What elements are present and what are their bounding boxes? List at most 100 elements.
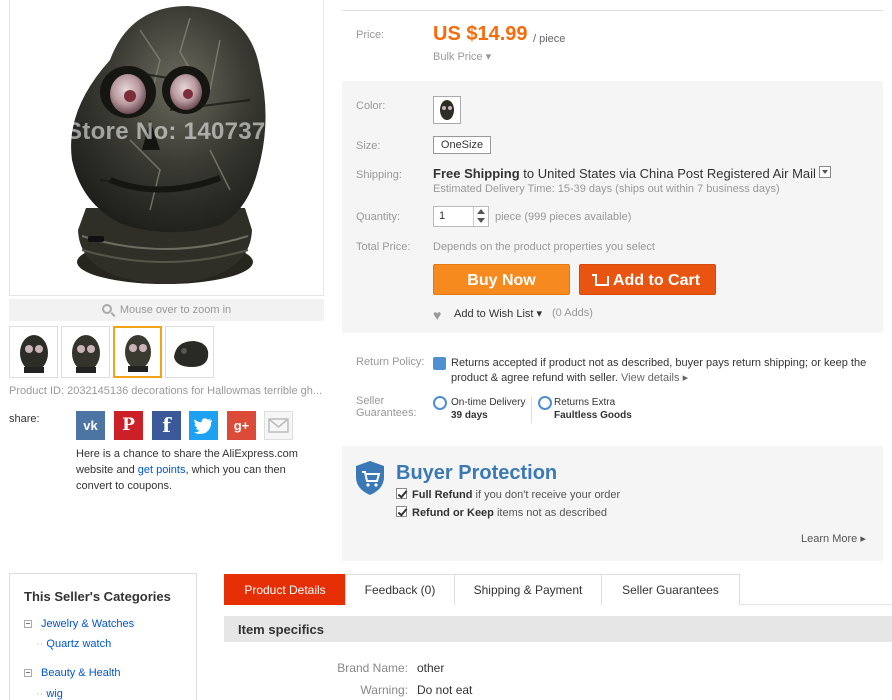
price-value: US $14.99 xyxy=(433,23,528,45)
refund-or-keep-desc: items not as described xyxy=(493,507,608,519)
twitter-share-icon[interactable] xyxy=(189,411,218,440)
guarantee-label-line-1: Seller xyxy=(356,395,385,407)
wishlist-count: (0 Adds) xyxy=(552,307,593,319)
pinterest-share-icon[interactable]: P xyxy=(114,411,143,440)
quantity-available: piece (999 pieces available) xyxy=(495,211,632,223)
total-price-label: Total Price: xyxy=(356,241,411,253)
learn-more-link[interactable]: Learn More ▸ xyxy=(801,532,866,545)
category-beauty-health[interactable]: Beauty & Health xyxy=(41,667,121,679)
collapse-icon[interactable] xyxy=(24,620,32,628)
facebook-share-icon[interactable]: f xyxy=(152,411,181,440)
wishlist-label: Add to Wish List xyxy=(454,308,534,320)
returns-check-icon xyxy=(538,396,552,410)
zoom-hint-text: Mouse over to zoom in xyxy=(119,304,232,316)
add-to-cart-button[interactable]: Add to Cart xyxy=(579,264,716,295)
item-specifics-title: Item specifics xyxy=(238,622,324,637)
chevron-right-icon: ▸ xyxy=(682,372,689,384)
spec-key-warning: Warning: xyxy=(360,683,408,697)
tab-feedback[interactable]: Feedback (0) xyxy=(345,574,455,605)
skull-thumb-image xyxy=(174,341,209,367)
chevron-down-icon: ▾ xyxy=(485,51,492,63)
skull-thumb-image xyxy=(125,335,151,372)
shipping-method[interactable]: Free Shipping to United States via China… xyxy=(433,166,831,181)
thumbnail-4[interactable] xyxy=(165,326,214,378)
quantity-stepper[interactable] xyxy=(473,207,487,226)
bulk-price-label: Bulk Price xyxy=(433,51,483,63)
shield-cart-icon xyxy=(354,460,386,499)
skull-mask-image xyxy=(71,6,266,284)
view-details-label: View details xyxy=(621,372,680,384)
tab-product-details[interactable]: Product Details xyxy=(224,574,346,605)
seller-categories-title: This Seller's Categories xyxy=(24,589,171,604)
size-option-onesize[interactable]: OneSize xyxy=(433,136,491,154)
twitter-bird-glyph xyxy=(194,418,213,434)
shipping-label: Shipping: xyxy=(356,169,402,181)
spec-value-brand-name: other xyxy=(417,661,445,675)
product-main-image[interactable]: Store No: 1407378 xyxy=(9,0,324,296)
email-share-icon[interactable] xyxy=(264,411,293,440)
refund-or-keep-title: Refund or Keep xyxy=(412,507,494,519)
store-watermark: Store No: 1407378 xyxy=(66,118,280,145)
google-plus-share-icon[interactable]: g+ xyxy=(227,411,256,440)
share-points-note: Here is a chance to share the AliExpress… xyxy=(76,446,316,494)
shipping-to-text: to xyxy=(519,166,538,181)
total-price-note: Depends on the product properties you se… xyxy=(433,241,655,253)
subcategory-wig[interactable]: wig xyxy=(36,688,63,700)
divider xyxy=(531,397,532,423)
collapse-icon[interactable] xyxy=(24,669,32,677)
share-label: share: xyxy=(9,413,40,425)
thumbnail-3-selected[interactable] xyxy=(113,326,162,378)
price-label: Price: xyxy=(356,29,385,41)
returns-title: Returns Extra xyxy=(554,397,616,408)
category-jewelry-watches[interactable]: Jewelry & Watches xyxy=(41,618,134,630)
color-swatch-option[interactable] xyxy=(433,96,461,124)
bulk-price-dropdown[interactable]: Bulk Price ▾ xyxy=(433,50,491,63)
view-details-link[interactable]: View details ▸ xyxy=(621,372,688,384)
stepper-down-icon[interactable] xyxy=(474,216,487,225)
shipping-destination: United States via China Post Registered … xyxy=(537,166,816,181)
spec-value-warning: Do not eat xyxy=(417,683,473,697)
price-unit: / piece xyxy=(533,33,566,45)
cart-icon xyxy=(591,274,609,286)
subcategory-quartz-watch[interactable]: Quartz watch xyxy=(36,638,111,650)
full-refund-item: Full Refund if you don't receive your or… xyxy=(396,488,620,501)
on-time-delivery-guarantee[interactable]: On-time Delivery 39 days xyxy=(451,396,525,422)
size-label: Size: xyxy=(356,140,381,152)
on-time-days: 39 days xyxy=(451,410,488,421)
divider xyxy=(342,10,883,11)
refund-or-keep-item: Refund or Keep items not as described xyxy=(396,506,607,519)
tab-shipping-payment[interactable]: Shipping & Payment xyxy=(454,574,602,605)
buyer-protection-title: Buyer Protection xyxy=(396,462,558,484)
product-id: Product ID: 2032145136 decorations for H… xyxy=(9,385,323,397)
skull-swatch-image xyxy=(440,100,454,120)
zoom-hint: Mouse over to zoom in xyxy=(9,299,324,321)
thumbnail-1[interactable] xyxy=(9,326,58,378)
checkbox-icon xyxy=(396,506,407,517)
free-shipping-text: Free Shipping xyxy=(433,166,520,181)
thumbnail-2[interactable] xyxy=(61,326,110,378)
color-label: Color: xyxy=(356,100,386,112)
add-to-wishlist-link[interactable]: Add to Wish List ▾ xyxy=(454,307,542,320)
chevron-right-icon: ▸ xyxy=(860,533,866,545)
tab-seller-guarantees[interactable]: Seller Guarantees xyxy=(601,574,740,605)
learn-more-label: Learn More xyxy=(801,533,858,545)
checkbox-icon xyxy=(396,488,407,499)
heart-icon[interactable]: ♥ xyxy=(433,307,441,323)
shield-cart-glyph xyxy=(356,461,384,495)
returns-value: Faultless Goods xyxy=(554,410,632,421)
stepper-up-icon[interactable] xyxy=(474,207,487,216)
get-points-link[interactable]: get points xyxy=(138,464,186,476)
buy-now-button[interactable]: Buy Now xyxy=(433,264,570,295)
vk-share-icon[interactable]: vk xyxy=(76,411,105,440)
estimated-delivery: Estimated Delivery Time: 15-39 days (shi… xyxy=(433,183,780,195)
seller-guarantees-label: Seller Guarantees: xyxy=(356,395,417,419)
quantity-label: Quantity: xyxy=(356,211,401,223)
item-specifics-header xyxy=(224,616,892,642)
skull-thumb-image xyxy=(72,335,100,373)
returns-extra-guarantee[interactable]: Returns Extra Faultless Goods xyxy=(554,396,632,422)
clock-icon xyxy=(433,396,447,410)
full-refund-desc: if you don't receive your order xyxy=(472,489,621,501)
shipping-dropdown-icon[interactable] xyxy=(818,166,831,178)
on-time-title: On-time Delivery xyxy=(451,397,526,408)
full-refund-title: Full Refund xyxy=(412,489,473,501)
